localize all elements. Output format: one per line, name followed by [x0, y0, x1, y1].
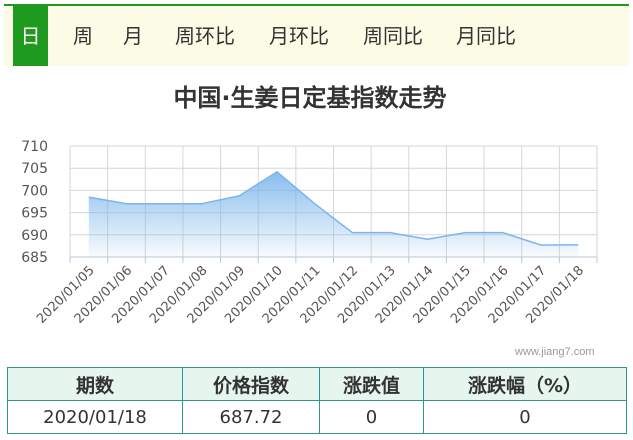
y-tick-label: 685: [21, 250, 48, 266]
y-tick-label: 710: [21, 139, 48, 155]
header-price-index: 价格指数: [182, 367, 320, 401]
header-period: 期数: [7, 367, 183, 401]
tab-month[interactable]: 月: [116, 6, 150, 66]
header-change-value: 涨跌值: [319, 367, 424, 401]
y-tick-label: 705: [21, 161, 48, 177]
header-change-percent: 涨跌幅（%）: [423, 367, 627, 401]
cell-period: 2020/01/18: [7, 400, 183, 434]
data-table: 期数 价格指数 涨跌值 涨跌幅（%） 2020/01/18 687.72 0 0: [7, 367, 627, 434]
tab-week-on-week[interactable]: 周环比: [169, 6, 241, 66]
table-row: 2020/01/18 687.72 0 0: [7, 400, 627, 434]
watermark: www.jiang7.com: [515, 346, 595, 358]
cell-change-percent: 0: [423, 400, 627, 434]
tab-week[interactable]: 周: [66, 6, 100, 66]
tab-day[interactable]: 日: [13, 6, 48, 66]
y-tick-label: 695: [21, 206, 48, 222]
y-tick-label: 690: [21, 228, 48, 244]
cell-change-value: 0: [319, 400, 424, 434]
index-trend-chart: 中国·生姜日定基指数走势 685690695700705710 2020/01/…: [21, 84, 598, 327]
tab-month-year-on-year[interactable]: 月同比: [450, 6, 522, 66]
cell-price-index: 687.72: [182, 400, 320, 434]
tab-month-on-month[interactable]: 月环比: [263, 6, 335, 66]
chart-title: 中国·生姜日定基指数走势: [173, 84, 446, 112]
period-tab-bar: 日 周 月 周环比 月环比 周同比 月同比: [4, 6, 629, 66]
tab-week-year-on-year[interactable]: 周同比: [357, 6, 429, 66]
y-tick-label: 700: [21, 183, 48, 199]
table-header-row: 期数 价格指数 涨跌值 涨跌幅（%）: [7, 367, 627, 401]
